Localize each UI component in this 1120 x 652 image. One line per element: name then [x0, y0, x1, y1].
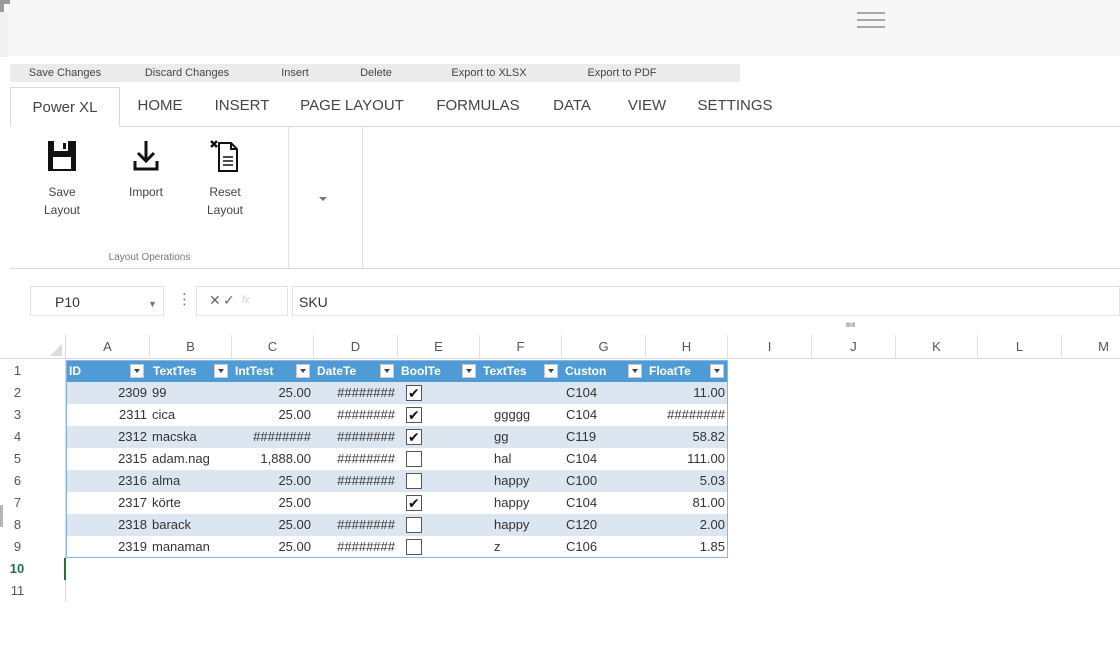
row-header[interactable]: 6 — [0, 470, 66, 492]
save-layout-label: Save Layout — [43, 185, 81, 217]
window-corner-mark — [0, 0, 10, 12]
tab-home[interactable]: HOME — [120, 86, 200, 126]
reset-layout-label: Reset Layout — [206, 185, 244, 217]
cancel-icon[interactable]: ✕ — [209, 292, 221, 309]
tab-data[interactable]: DATA — [536, 86, 608, 126]
row-header[interactable]: 11 — [0, 580, 66, 602]
import-button[interactable]: Import — [121, 137, 171, 201]
splitter-handle-icon[interactable]: ıııııııı — [845, 320, 856, 329]
reset-document-icon — [210, 140, 238, 172]
delete-button[interactable]: Delete — [336, 64, 416, 82]
ribbon-dropdown-icon[interactable] — [319, 197, 327, 201]
tab-power-xl[interactable]: Power XL — [10, 87, 120, 127]
tab-insert[interactable]: INSERT — [200, 86, 284, 126]
formula-input[interactable]: SKU — [292, 286, 1120, 316]
row-header[interactable]: 7 — [0, 492, 66, 514]
column-header[interactable]: A — [66, 335, 150, 359]
insert-button[interactable]: Insert — [254, 64, 336, 82]
floppy-disk-icon — [48, 141, 76, 171]
discard-changes-button[interactable]: Discard Changes — [120, 64, 254, 82]
row-header[interactable]: 4 — [0, 426, 66, 448]
ribbon-overflow-group — [289, 127, 363, 269]
save-layout-button[interactable]: Save Layout — [40, 137, 84, 219]
export-pdf-button[interactable]: Export to PDF — [562, 64, 682, 82]
left-edge-handle — [0, 505, 3, 527]
row-header[interactable]: 8 — [0, 514, 66, 536]
formula-bar: P10 ▼ ⋮ ✕ ✓ fx SKU — [0, 284, 1120, 320]
column-header[interactable]: F — [480, 335, 562, 359]
save-changes-button[interactable]: Save Changes — [10, 64, 120, 82]
column-header[interactable]: M — [1062, 335, 1120, 359]
insert-function-icon[interactable]: fx — [242, 295, 250, 306]
group-label: Layout Operations — [108, 252, 191, 263]
hamburger-menu-icon[interactable] — [857, 12, 885, 36]
column-header[interactable]: J — [812, 335, 896, 359]
column-header[interactable]: C — [232, 335, 314, 359]
column-header[interactable]: D — [314, 335, 398, 359]
row-header[interactable]: 5 — [0, 448, 66, 470]
row-header[interactable]: 9 — [0, 536, 66, 558]
name-box-dropdown-icon[interactable]: ▼ — [148, 299, 157, 309]
left-rail — [0, 12, 8, 57]
window-top-bar — [8, 0, 1120, 56]
column-header[interactable]: G — [562, 335, 646, 359]
reset-layout-button[interactable]: Reset Layout — [199, 137, 251, 219]
layout-operations-group: Save Layout Import Reset Layout Layout O… — [10, 127, 289, 269]
row-header[interactable]: 1 — [0, 360, 66, 382]
tab-formulas[interactable]: FORMULAS — [420, 86, 536, 126]
download-icon — [133, 141, 159, 171]
formula-bar-grip-icon: ⋮ — [177, 291, 192, 308]
select-all-corner[interactable] — [0, 335, 66, 359]
enter-icon[interactable]: ✓ — [223, 292, 235, 309]
ribbon-body: Save Layout Import Reset Layout Layout O… — [10, 127, 1120, 269]
column-header[interactable]: L — [978, 335, 1062, 359]
column-header[interactable]: E — [398, 335, 480, 359]
import-label: Import — [128, 185, 163, 199]
tab-settings[interactable]: SETTINGS — [686, 86, 784, 126]
row-header[interactable]: 3 — [0, 404, 66, 426]
tab-page-layout[interactable]: PAGE LAYOUT — [284, 86, 420, 126]
column-header[interactable]: I — [728, 335, 812, 359]
column-header[interactable]: H — [646, 335, 728, 359]
row-header-selected[interactable]: 10 — [0, 558, 66, 580]
action-toolbar: Save Changes Discard Changes Insert Dele… — [10, 64, 740, 82]
table-outline — [66, 360, 728, 558]
ribbon-tabs: Power XL HOME INSERT PAGE LAYOUT FORMULA… — [10, 85, 1120, 127]
column-headers: A B C D E F G H I J K L M — [0, 335, 1120, 359]
column-header[interactable]: K — [896, 335, 978, 359]
column-header[interactable]: B — [150, 335, 232, 359]
row-header[interactable]: 2 — [0, 382, 66, 404]
formula-actions: ✕ ✓ fx — [196, 286, 288, 316]
name-box[interactable]: P10 — [30, 286, 164, 316]
tab-view[interactable]: VIEW — [608, 86, 686, 126]
export-xlsx-button[interactable]: Export to XLSX — [416, 64, 562, 82]
